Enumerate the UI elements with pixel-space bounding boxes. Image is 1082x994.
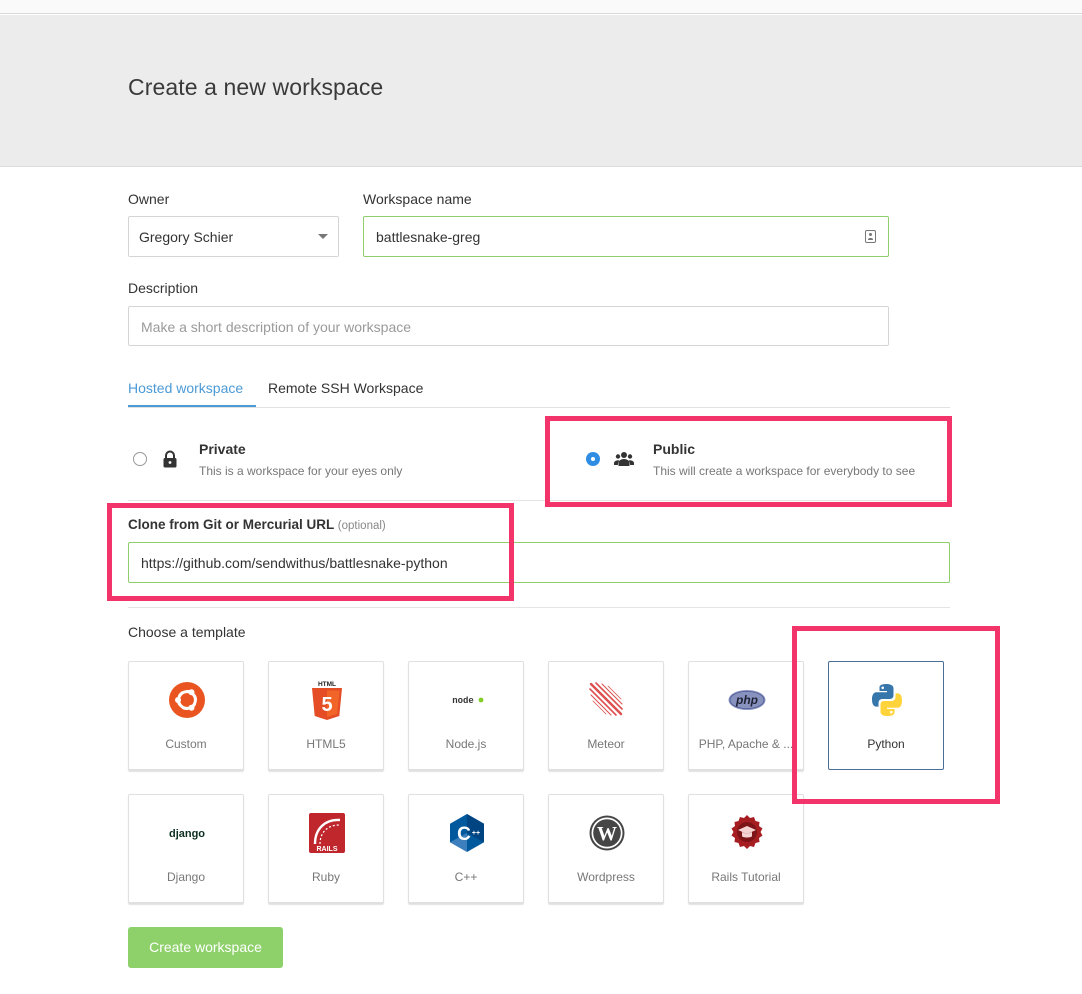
nodejs-icon-text: node xyxy=(452,696,474,706)
contact-card-icon[interactable] xyxy=(865,230,876,243)
template-label: Choose a template xyxy=(128,624,246,640)
cpp-icon: C ++ xyxy=(450,814,484,852)
template-card-django[interactable]: django Django xyxy=(128,794,244,903)
html5-icon-digit: 5 xyxy=(321,694,332,716)
wordpress-icon-text: W xyxy=(597,823,617,845)
template-card-wordpress[interactable]: W Wordpress xyxy=(548,794,664,903)
template-card-ruby[interactable]: RAILS Ruby xyxy=(268,794,384,903)
django-icon-text: django xyxy=(169,828,205,840)
description-placeholder: Make a short description of your workspa… xyxy=(141,319,412,335)
template-card-custom[interactable]: Custom xyxy=(128,661,244,770)
template-name: HTML5 xyxy=(306,737,346,751)
template-name: Custom xyxy=(165,737,207,751)
rails-icon: RAILS xyxy=(309,813,345,853)
cpp-icon-letter: C xyxy=(457,824,471,845)
meteor-icon xyxy=(589,682,623,716)
template-name: Ruby xyxy=(311,870,340,884)
chevron-down-icon xyxy=(318,234,328,239)
template-card-cpp[interactable]: C ++ C++ xyxy=(408,794,524,903)
php-icon: php xyxy=(728,690,766,710)
template-name: C++ xyxy=(454,870,478,884)
owner-label: Owner xyxy=(128,191,170,207)
owner-value: Gregory Schier xyxy=(139,229,234,245)
template-name: Wordpress xyxy=(577,870,635,884)
template-card-meteor[interactable]: Meteor xyxy=(548,661,664,770)
cpp-icon-plus: ++ xyxy=(472,830,480,837)
create-workspace-button[interactable]: Create workspace xyxy=(128,927,283,968)
template-divider xyxy=(128,607,950,608)
tabs-divider xyxy=(128,407,950,408)
private-description: This is a workspace for your eyes only xyxy=(199,464,403,478)
nodejs-icon: node xyxy=(452,696,484,706)
tab-remote-ssh-workspace[interactable]: Remote SSH Workspace xyxy=(268,380,423,396)
template-card-rails-tutorial[interactable]: Rails Tutorial xyxy=(688,794,804,903)
page-title: Create a new workspace xyxy=(128,74,384,100)
template-card-php[interactable]: php PHP, Apache & ... xyxy=(688,661,804,770)
workspace-name-label: Workspace name xyxy=(363,191,472,207)
tab-hosted-workspace[interactable]: Hosted workspace xyxy=(128,380,243,396)
owner-select[interactable]: Gregory Schier xyxy=(128,216,339,257)
template-name: Rails Tutorial xyxy=(711,870,781,884)
public-option-highlight xyxy=(545,416,952,507)
description-field[interactable]: Make a short description of your workspa… xyxy=(128,306,889,346)
html5-icon-text: HTML xyxy=(318,681,336,688)
python-template-highlight xyxy=(792,626,1000,804)
browser-top-bar xyxy=(0,0,1082,14)
ubuntu-icon xyxy=(169,682,205,718)
create-workspace-label: Create workspace xyxy=(149,939,262,955)
php-icon-text: php xyxy=(735,693,758,707)
rails-tutorial-icon xyxy=(731,815,763,849)
description-label: Description xyxy=(128,280,199,296)
template-name: Node.js xyxy=(445,737,487,751)
clone-url-highlight xyxy=(107,503,514,601)
workspace-name-field[interactable]: battlesnake-greg xyxy=(363,216,889,257)
template-name: PHP, Apache & ... xyxy=(698,737,794,751)
html5-icon: HTML 5 xyxy=(312,681,342,720)
template-name: Django xyxy=(166,870,206,884)
rails-icon-text: RAILS xyxy=(317,846,338,853)
template-card-nodejs[interactable]: node Node.js xyxy=(408,661,524,770)
active-tab-indicator xyxy=(128,405,256,407)
template-card-html5[interactable]: HTML 5 HTML5 xyxy=(268,661,384,770)
lock-icon xyxy=(163,450,177,468)
private-radio[interactable] xyxy=(133,452,147,466)
private-title: Private xyxy=(199,441,246,457)
django-icon: django xyxy=(169,828,205,840)
wordpress-icon: W xyxy=(589,815,625,851)
workspace-name-value: battlesnake-greg xyxy=(376,229,481,245)
template-name: Meteor xyxy=(587,737,625,751)
